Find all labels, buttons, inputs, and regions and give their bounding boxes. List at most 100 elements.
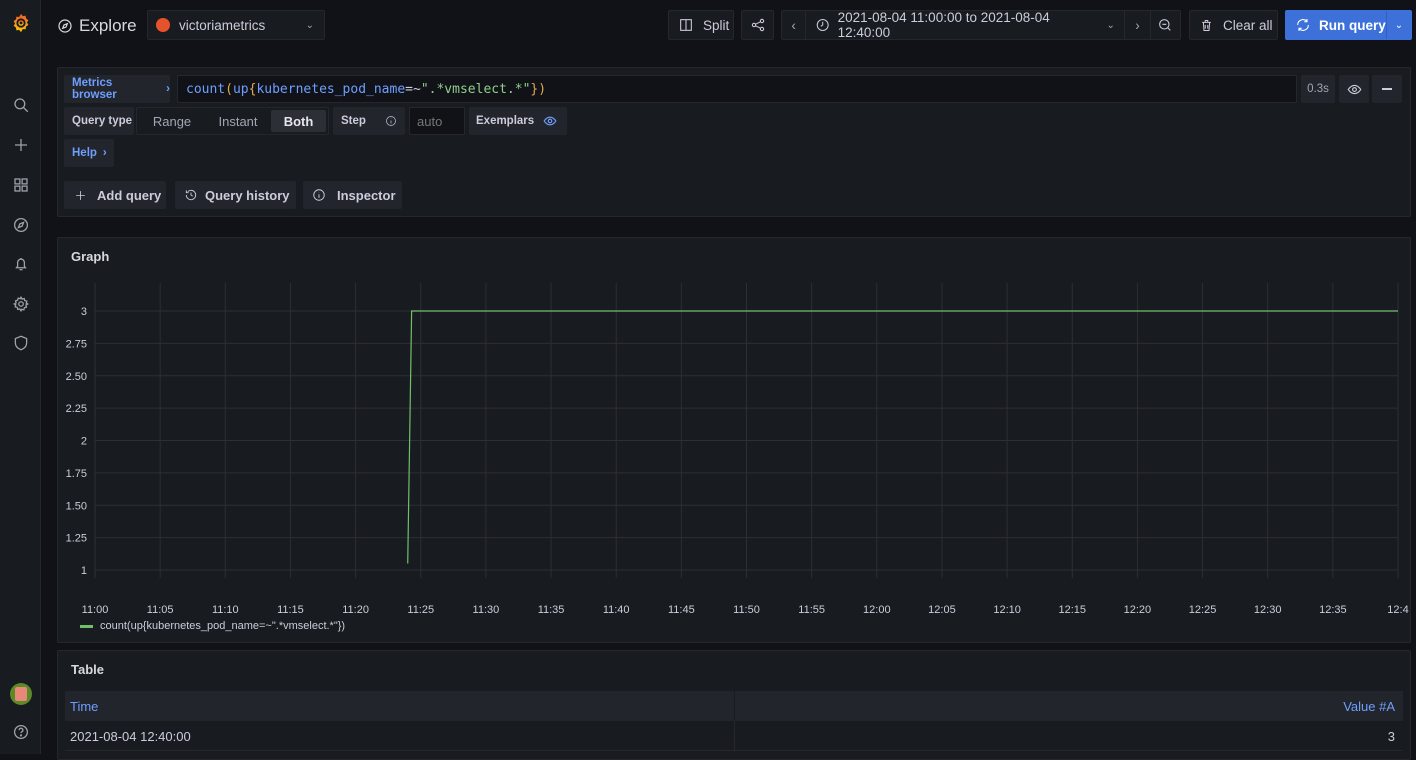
y-tick-label: 1.75: [66, 468, 87, 480]
query-operator: =~: [405, 82, 421, 97]
query-value: ".*vmselect.*": [421, 82, 531, 97]
plus-icon[interactable]: [0, 130, 41, 160]
prometheus-logo-icon: [156, 18, 170, 32]
legend: count(up{kubernetes_pod_name=~".*vmselec…: [80, 620, 345, 632]
shield-icon[interactable]: [0, 328, 41, 358]
query-history-button[interactable]: Query history: [175, 181, 296, 209]
datasource-name: victoriametrics: [179, 18, 265, 33]
exemplars-toggle[interactable]: Exemplars: [469, 107, 567, 135]
grafana-logo-icon[interactable]: [0, 8, 41, 38]
x-tick-label: 12:30: [1254, 604, 1282, 616]
query-type-text: Query type: [72, 115, 132, 127]
y-tick-label: 2.50: [66, 371, 87, 383]
clear-all-button[interactable]: Clear all: [1189, 10, 1278, 40]
time-forward-button[interactable]: ›: [1125, 18, 1150, 33]
zoom-out-button[interactable]: [1151, 17, 1180, 33]
run-query-dropdown[interactable]: ⌄: [1387, 20, 1411, 31]
y-tick-label: 2.75: [66, 338, 87, 350]
share-icon: [750, 17, 766, 33]
help-button[interactable]: Help ›: [64, 139, 114, 167]
time-picker-button[interactable]: 2021-08-04 11:00:00 to 2021-08-04 12:40:…: [806, 10, 1115, 40]
x-tick-label: 12:25: [1189, 604, 1217, 616]
remove-query-button[interactable]: [1372, 75, 1402, 103]
query-paren-open: (: [225, 82, 233, 97]
run-query-label: Run query: [1319, 18, 1386, 33]
refresh-icon: [1295, 17, 1311, 33]
add-query-button[interactable]: Add query: [64, 181, 166, 209]
toggle-visibility-button[interactable]: [1339, 75, 1369, 103]
query-history-label: Query history: [205, 188, 290, 203]
chevron-right-icon: ›: [166, 83, 170, 95]
y-tick-label: 2.25: [66, 403, 87, 415]
query-input[interactable]: count(up{kubernetes_pod_name=~".*vmselec…: [177, 75, 1297, 103]
x-tick-label: 11:20: [342, 604, 369, 616]
query-duration: 0.3s: [1301, 75, 1335, 103]
x-tick-label: 12:20: [1124, 604, 1152, 616]
query-type-radio-group: Range Instant Both: [136, 107, 329, 135]
info-icon: [385, 115, 397, 127]
inspector-label: Inspector: [337, 188, 396, 203]
x-tick-label: 12:10: [993, 604, 1021, 616]
metrics-browser-button[interactable]: Metrics browser ›: [64, 75, 170, 103]
chevron-down-icon: ⌄: [306, 20, 314, 31]
time-range-group: ‹ 2021-08-04 11:00:00 to 2021-08-04 12:4…: [781, 10, 1181, 40]
bell-icon[interactable]: [0, 249, 41, 279]
dashboards-icon[interactable]: [0, 170, 41, 200]
y-tick-label: 1.50: [66, 500, 87, 512]
table-panel: Table Time Value #A 2021-08-04 12:40:00 …: [57, 650, 1411, 760]
share-button[interactable]: [741, 10, 774, 40]
datasource-picker[interactable]: victoriametrics ⌄: [147, 10, 325, 40]
search-icon[interactable]: [0, 90, 41, 120]
user-avatar[interactable]: [0, 679, 41, 709]
column-header-time[interactable]: Time: [70, 699, 98, 714]
compass-icon: [57, 18, 73, 34]
legend-swatch: [80, 625, 93, 628]
graph-panel: Graph 11.251.501.7522.252.502.753 11:001…: [57, 237, 1411, 643]
split-button[interactable]: Split: [668, 10, 734, 40]
column-header-value[interactable]: Value #A: [1343, 699, 1395, 714]
table-title: Table: [71, 662, 104, 677]
compass-icon[interactable]: [0, 210, 41, 240]
zoom-out-icon: [1157, 17, 1173, 33]
query-type-both[interactable]: Both: [271, 110, 326, 132]
help-text: Help: [72, 147, 97, 159]
plus-icon: [74, 189, 87, 202]
clock-icon: [815, 17, 830, 33]
query-label: kubernetes_pod_name: [256, 82, 405, 97]
gear-icon[interactable]: [0, 289, 41, 319]
trash-icon: [1199, 18, 1214, 33]
sidebar: [0, 0, 41, 754]
y-tick-label: 3: [81, 306, 87, 318]
page-header: Explore: [57, 16, 137, 36]
x-tick-label: 12:35: [1319, 604, 1347, 616]
history-icon: [184, 188, 198, 202]
x-tick-label: 11:00: [82, 604, 109, 616]
step-input[interactable]: [409, 107, 465, 135]
run-query-button[interactable]: Run query ⌄: [1285, 10, 1412, 40]
run-query-main[interactable]: Run query: [1286, 17, 1386, 33]
metrics-browser-label: Metrics browser: [72, 77, 160, 101]
page-title: Explore: [79, 16, 137, 36]
x-tick-label: 11:25: [407, 604, 434, 616]
x-tick-label: 12:15: [1058, 604, 1086, 616]
minus-icon: [1382, 88, 1392, 90]
legend-item[interactable]: count(up{kubernetes_pod_name=~".*vmselec…: [100, 620, 345, 632]
chevron-down-icon: ⌄: [1107, 20, 1115, 31]
query-type-instant[interactable]: Instant: [205, 110, 271, 132]
split-icon: [678, 17, 694, 33]
time-range-label: 2021-08-04 11:00:00 to 2021-08-04 12:40:…: [838, 10, 1097, 40]
x-tick-label: 11:35: [538, 604, 565, 616]
table-header: Time Value #A: [65, 691, 1403, 721]
query-metric: up: [233, 82, 249, 97]
query-brace-open: {: [249, 82, 257, 97]
add-query-label: Add query: [97, 188, 161, 203]
help-icon[interactable]: [0, 717, 41, 747]
inspector-button[interactable]: Inspector: [303, 181, 402, 209]
duration-text: 0.3s: [1307, 83, 1329, 95]
clear-all-label: Clear all: [1223, 18, 1273, 33]
time-back-button[interactable]: ‹: [782, 18, 805, 33]
query-paren-close: ): [538, 82, 546, 97]
query-type-range[interactable]: Range: [139, 110, 205, 132]
x-tick-label: 11:05: [147, 604, 174, 616]
query-func: count: [186, 82, 225, 97]
